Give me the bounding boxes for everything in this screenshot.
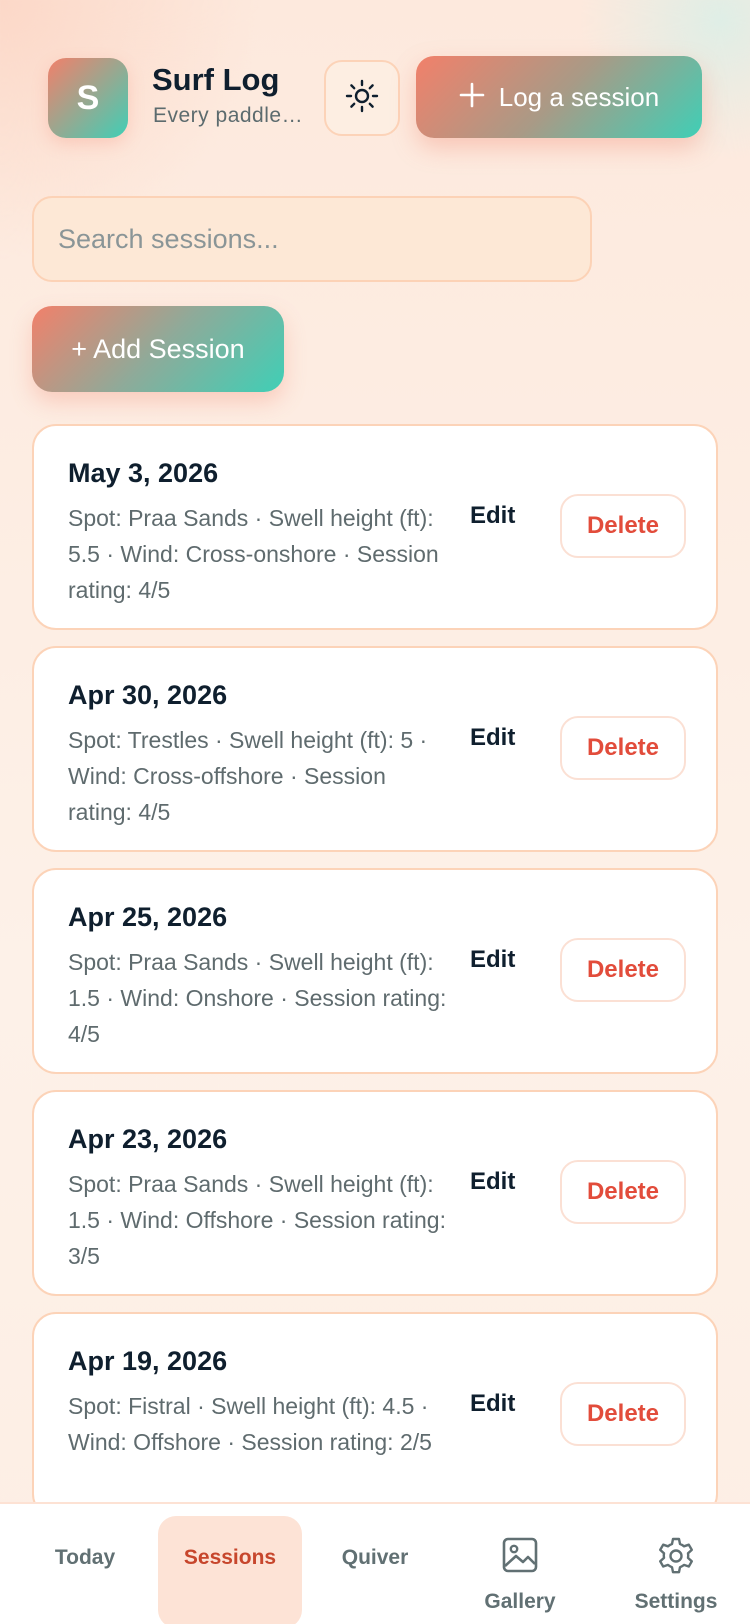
session-details: Spot: Praa Sands · Swell height (ft): 1.… bbox=[68, 1171, 446, 1269]
plus-icon bbox=[459, 80, 485, 114]
session-card: Apr 25, 2026 Spot: Praa Sands · Swell he… bbox=[32, 868, 718, 1074]
nav-tab-gallery[interactable]: Gallery bbox=[470, 1504, 570, 1624]
nav-tab-label: Today bbox=[54, 1546, 116, 1569]
session-card: Apr 19, 2026 Spot: Fistral · Swell heigh… bbox=[32, 1312, 718, 1518]
image-icon bbox=[501, 1536, 539, 1580]
edit-button[interactable]: Edit bbox=[470, 724, 515, 752]
session-details: Spot: Praa Sands · Swell height (ft): 5.… bbox=[68, 505, 439, 603]
session-date: May 3, 2026 bbox=[68, 458, 219, 488]
edit-button[interactable]: Edit bbox=[470, 1390, 515, 1418]
session-details: Spot: Praa Sands · Swell height (ft): 1.… bbox=[68, 949, 447, 1047]
session-date: Apr 25, 2026 bbox=[68, 902, 228, 932]
add-session-button[interactable]: + Add Session bbox=[32, 306, 284, 392]
sun-icon bbox=[345, 79, 379, 118]
nav-tab-label: Gallery bbox=[484, 1590, 556, 1613]
app-subtitle: Every paddle out, logged bbox=[153, 104, 303, 127]
session-details: Spot: Trestles · Swell height (ft): 5 · … bbox=[68, 727, 428, 825]
nav-tab-sessions[interactable]: Sessions bbox=[158, 1516, 302, 1624]
nav-tab-quiver[interactable]: Quiver bbox=[320, 1504, 430, 1624]
session-details: Spot: Fistral · Swell height (ft): 4.5 ·… bbox=[68, 1393, 432, 1455]
app-title: Surf Log bbox=[152, 62, 280, 97]
log-session-button[interactable]: Log a session bbox=[416, 56, 702, 138]
gear-icon bbox=[656, 1536, 696, 1582]
edit-button[interactable]: Edit bbox=[470, 946, 515, 974]
theme-toggle-button[interactable] bbox=[324, 60, 400, 136]
session-card: Apr 30, 2026 Spot: Trestles · Swell heig… bbox=[32, 646, 718, 852]
nav-tab-today[interactable]: Today bbox=[30, 1504, 140, 1624]
session-card: May 3, 2026 Spot: Praa Sands · Swell hei… bbox=[32, 424, 718, 630]
session-card: Apr 23, 2026 Spot: Praa Sands · Swell he… bbox=[32, 1090, 718, 1296]
delete-button[interactable]: Delete bbox=[560, 1382, 686, 1446]
session-date: Apr 30, 2026 bbox=[68, 680, 228, 710]
app-header: S Surf Log Every paddle out, logged bbox=[48, 56, 702, 138]
session-date: Apr 23, 2026 bbox=[68, 1124, 228, 1154]
app-logo: S bbox=[48, 58, 128, 138]
delete-button[interactable]: Delete bbox=[560, 938, 686, 1002]
nav-tab-label: Sessions bbox=[183, 1546, 277, 1569]
nav-tab-settings[interactable]: Settings bbox=[616, 1504, 736, 1624]
session-date: Apr 19, 2026 bbox=[68, 1346, 228, 1376]
nav-tab-label: Settings bbox=[634, 1590, 718, 1613]
delete-button[interactable]: Delete bbox=[560, 716, 686, 780]
search-input[interactable] bbox=[32, 196, 592, 282]
delete-button[interactable]: Delete bbox=[560, 1160, 686, 1224]
nav-tab-label: Quiver bbox=[341, 1546, 409, 1569]
bottom-nav: Today Sessions Quiver Gallery Settings bbox=[0, 1502, 750, 1624]
delete-button[interactable]: Delete bbox=[560, 494, 686, 558]
log-session-label: Log a session bbox=[498, 81, 660, 112]
edit-button[interactable]: Edit bbox=[470, 1168, 515, 1196]
edit-button[interactable]: Edit bbox=[470, 502, 515, 530]
